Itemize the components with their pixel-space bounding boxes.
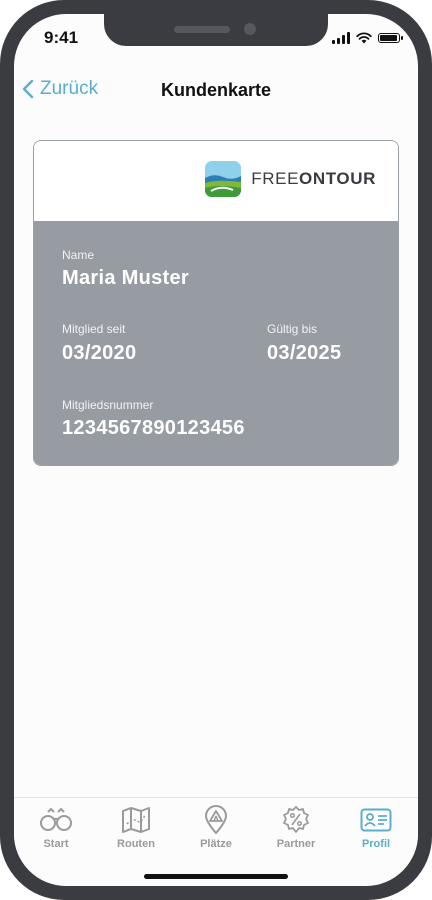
member-number-value: 1234567890123456 (62, 417, 245, 439)
battery-icon (378, 33, 403, 43)
tab-label: Routen (117, 838, 155, 850)
campsite-icon (199, 805, 233, 835)
speaker (174, 26, 230, 33)
card-body: Name Maria Muster Mitglied seit 03/2020 … (34, 221, 398, 465)
phone-frame: 9:41 Zurück Kundenkarte FREEONTOUR Name … (0, 0, 432, 900)
tab-routen[interactable]: Routen (96, 798, 176, 858)
member-since-label: Mitglied seit (62, 322, 126, 336)
tab-plaetze[interactable]: Plätze (176, 798, 256, 858)
brand-wordmark: FREEONTOUR (251, 169, 376, 188)
tab-label: Partner (276, 838, 316, 850)
tab-label: Profil (361, 838, 391, 850)
id-card-icon (359, 806, 393, 834)
tab-label: Plätze (200, 838, 232, 850)
tab-bar: Start Routen Plätze Partner Profil (14, 797, 418, 858)
member-number-label: Mitgliedsnummer (62, 398, 154, 412)
phone-screen: 9:41 Zurück Kundenkarte FREEONTOUR Name … (14, 14, 418, 886)
customer-card: FREEONTOUR Name Maria Muster Mitglied se… (33, 140, 399, 466)
signal-icon (332, 32, 350, 44)
status-icons (332, 32, 403, 44)
logo-icon (205, 161, 242, 197)
notch (104, 14, 328, 46)
map-icon (119, 806, 153, 834)
wifi-icon (356, 32, 372, 44)
status-time: 9:41 (44, 28, 79, 47)
brand-logo: FREEONTOUR (205, 161, 376, 197)
tab-profil[interactable]: Profil (336, 798, 416, 858)
camera (244, 23, 256, 35)
tab-partner[interactable]: Partner (256, 798, 336, 858)
name-value: Maria Muster (62, 267, 189, 289)
card-header: FREEONTOUR (34, 141, 398, 221)
valid-until-label: Gültig bis (267, 322, 318, 336)
name-label: Name (62, 248, 95, 262)
tab-start[interactable]: Start (16, 798, 96, 858)
tab-label: Start (43, 838, 69, 850)
valid-until-value: 03/2025 (267, 342, 342, 364)
home-indicator (144, 874, 288, 879)
member-since-value: 03/2020 (62, 342, 137, 364)
binoculars-icon (39, 806, 73, 834)
percent-badge-icon (279, 806, 313, 834)
page-title: Kundenkarte (160, 80, 272, 100)
